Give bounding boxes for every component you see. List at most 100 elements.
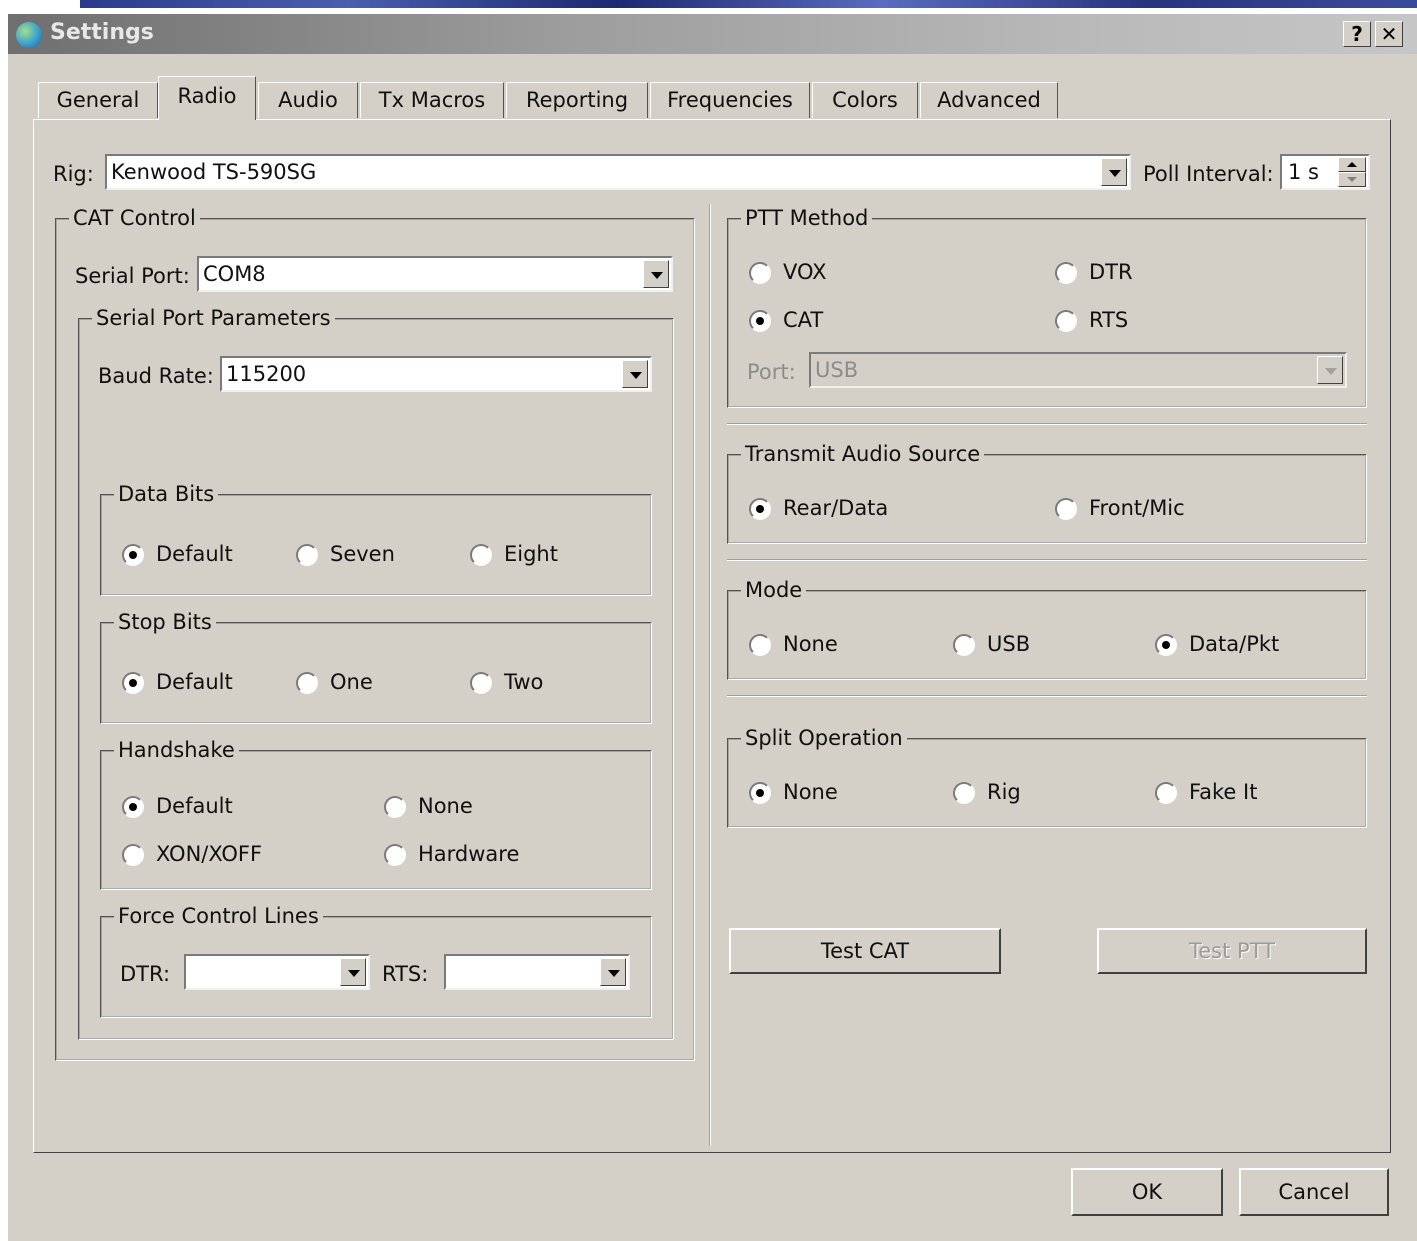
radio-label: Default [156,794,233,818]
radio-checked-icon [122,672,144,694]
column-separator [709,204,711,1146]
handshake-group: Handshake Default None XON/XOFF Hardware [100,738,652,890]
radio-unchecked-icon [470,544,492,566]
split-operation-title: Split Operation [741,726,907,750]
radio-label: XON/XOFF [156,842,263,866]
radio-unchecked-icon [1055,310,1077,332]
radio-checked-icon [749,498,771,520]
chevron-down-icon[interactable] [1101,158,1127,186]
radio-label: None [418,794,473,818]
tab-general[interactable]: General [38,82,158,118]
radio-unchecked-icon [1155,782,1177,804]
radio-unchecked-icon [953,782,975,804]
radio-label: Data/Pkt [1189,632,1280,656]
separator [727,423,1367,425]
radio-tab-pane: Rig: Kenwood TS-590SG Poll Interval: 1 s… [33,119,1391,1153]
radio-checked-icon [122,796,144,818]
radio-label: Eight [504,542,558,566]
cat-control-group: CAT Control Serial Port: COM8 Serial Por… [55,206,695,1061]
chevron-down-icon[interactable] [643,260,669,288]
serial-port-value: COM8 [203,262,266,286]
help-button[interactable]: ? [1343,21,1371,47]
radio-label: None [783,632,838,656]
radio-label: DTR [1089,260,1133,284]
dtr-select[interactable] [184,954,370,990]
cat-control-title: CAT Control [69,206,200,230]
split-operation-group: Split Operation None Rig Fake It [727,726,1367,828]
radio-label: None [783,780,838,804]
close-button[interactable]: ✕ [1375,21,1403,47]
tab-reporting[interactable]: Reporting [506,82,648,118]
tab-frequencies[interactable]: Frequencies [650,82,810,118]
radio-label: VOX [783,260,827,284]
spin-up-icon[interactable] [1338,157,1366,172]
radio-checked-icon [1155,634,1177,656]
radio-label: Default [156,670,233,694]
radio-label: Hardware [418,842,520,866]
chevron-down-icon[interactable] [600,958,626,986]
stop-bits-title: Stop Bits [114,610,216,634]
ptt-port-value: USB [815,358,859,382]
radio-unchecked-icon [384,796,406,818]
rts-label: RTS: [382,962,429,986]
chevron-down-icon[interactable] [1317,356,1343,384]
rig-label: Rig: [53,162,94,186]
radio-unchecked-icon [470,672,492,694]
ptt-port-label: Port: [747,360,796,384]
radio-unchecked-icon [122,844,144,866]
tab-radio[interactable]: Radio [158,76,256,120]
chevron-down-icon[interactable] [622,360,648,388]
separator [727,559,1367,561]
baud-rate-label: Baud Rate: [98,364,214,388]
ok-button[interactable]: OK [1071,1168,1223,1216]
radio-unchecked-icon [1055,498,1077,520]
radio-checked-icon [122,544,144,566]
chevron-down-icon[interactable] [340,958,366,986]
radio-label: One [330,670,373,694]
serial-port-parameters-title: Serial Port Parameters [92,306,335,330]
poll-interval-spinner[interactable]: 1 s [1280,154,1370,190]
radio-label: Two [504,670,544,694]
window-title: Settings [50,20,154,45]
radio-label: Front/Mic [1089,496,1185,520]
test-cat-button[interactable]: Test CAT [729,928,1001,974]
handshake-title: Handshake [114,738,239,762]
tab-audio[interactable]: Audio [258,82,358,118]
ptt-port-select[interactable]: USB [809,352,1347,388]
poll-interval-label: Poll Interval: [1143,162,1274,186]
radio-label: Default [156,542,233,566]
serial-port-parameters-group: Serial Port Parameters Baud Rate: 115200… [78,306,674,1040]
force-control-lines-title: Force Control Lines [114,904,323,928]
radio-label: Seven [330,542,395,566]
dtr-label: DTR: [120,962,171,986]
radio-label: Rear/Data [783,496,889,520]
baud-rate-select[interactable]: 115200 [220,356,652,392]
data-bits-group: Data Bits Default Seven Eight [100,482,652,596]
serial-port-label: Serial Port: [75,264,190,288]
background-strip [80,0,1417,8]
rig-select[interactable]: Kenwood TS-590SG [105,154,1131,190]
data-bits-title: Data Bits [114,482,219,506]
test-ptt-button[interactable]: Test PTT [1097,928,1367,974]
transmit-audio-source-group: Transmit Audio Source Rear/Data Front/Mi… [727,442,1367,544]
settings-window: Settings ? ✕ General Radio Audio Tx Macr… [8,14,1417,1241]
app-icon [16,22,42,48]
radio-checked-icon [749,782,771,804]
serial-port-select[interactable]: COM8 [197,256,673,292]
radio-unchecked-icon [1055,262,1077,284]
stop-bits-group: Stop Bits Default One Two [100,610,652,724]
radio-label: Rig [987,780,1021,804]
mode-group: Mode None USB Data/Pkt [727,578,1367,680]
force-control-lines-group: Force Control Lines DTR: RTS: [100,904,652,1018]
spin-down-icon[interactable] [1338,172,1366,187]
ptt-method-title: PTT Method [741,206,873,230]
rts-select[interactable] [444,954,630,990]
tab-tx-macros[interactable]: Tx Macros [360,82,504,118]
ptt-method-group: PTT Method VOX DTR CAT RTS Port: USB [727,206,1367,408]
rig-value: Kenwood TS-590SG [111,160,317,184]
tab-advanced[interactable]: Advanced [920,82,1058,118]
tab-colors[interactable]: Colors [812,82,918,118]
cancel-button[interactable]: Cancel [1239,1168,1389,1216]
radio-label: Fake It [1189,780,1258,804]
poll-interval-value: 1 s [1288,160,1319,184]
